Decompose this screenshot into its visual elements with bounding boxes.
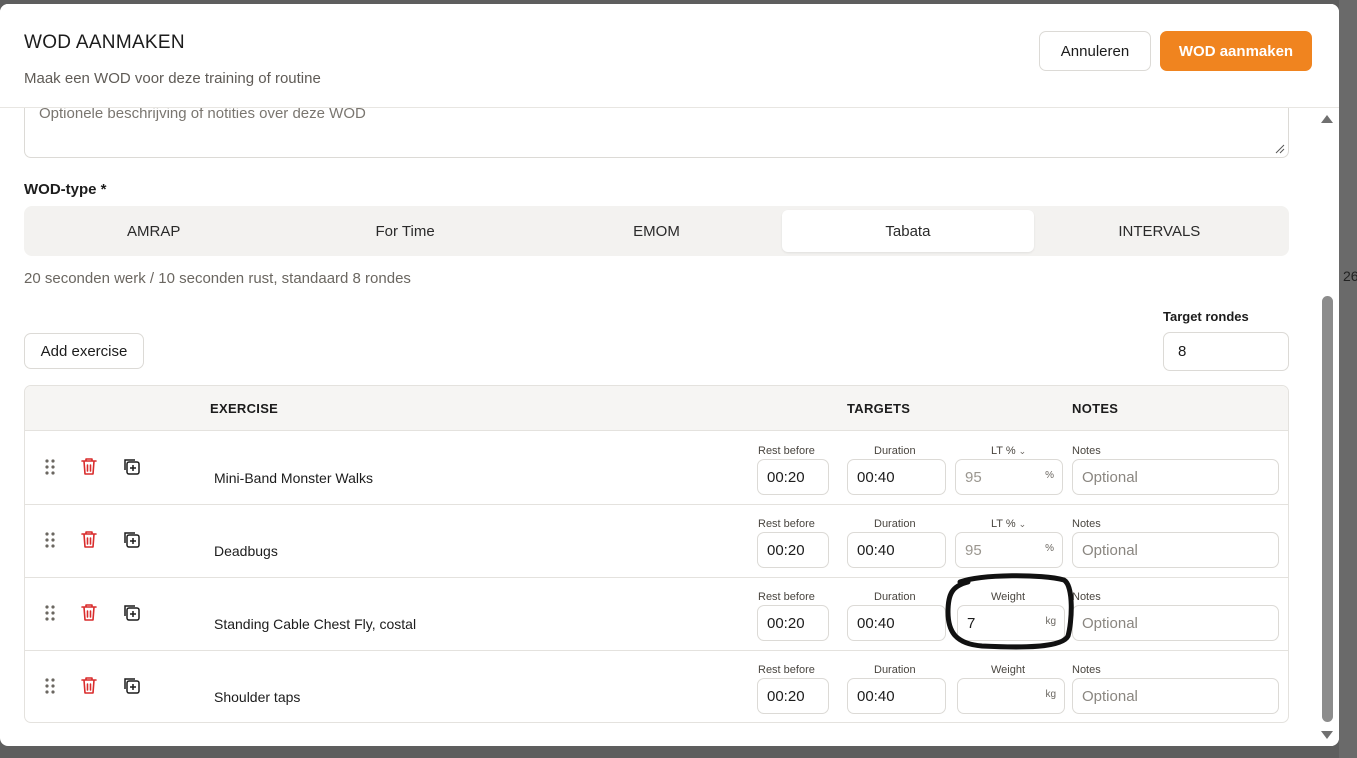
notes-label: Notes xyxy=(1072,445,1101,457)
create-wod-button[interactable]: WOD aanmaken xyxy=(1160,31,1312,71)
duplicate-icon[interactable] xyxy=(122,676,141,695)
notes-input[interactable]: Optional xyxy=(1072,459,1279,495)
trash-icon[interactable] xyxy=(80,457,98,476)
lt-label[interactable]: LT % ⌄ xyxy=(991,445,1026,457)
exercise-name: Shoulder taps xyxy=(214,689,301,705)
exercise-name: Standing Cable Chest Fly, costal xyxy=(214,616,417,632)
modal-header: WOD AANMAKEN Maak een WOD voor deze trai… xyxy=(0,4,1339,108)
chevron-down-icon: ⌄ xyxy=(1018,519,1027,529)
target-rounds-input[interactable]: 8 xyxy=(1163,332,1289,371)
resize-handle-icon[interactable] xyxy=(1275,144,1285,154)
table-row: Mini-Band Monster Walks Rest before 00:2… xyxy=(25,432,1288,505)
table-header: EXERCISE TARGETS NOTES xyxy=(25,386,1288,431)
header-exercise: EXERCISE xyxy=(210,401,279,416)
rest-input[interactable]: 00:20 xyxy=(757,605,829,641)
chevron-down-icon: ⌄ xyxy=(1018,446,1027,456)
header-targets: TARGETS xyxy=(847,401,911,416)
duration-input[interactable]: 00:40 xyxy=(847,678,946,714)
rest-label: Rest before xyxy=(758,591,815,603)
trash-icon[interactable] xyxy=(80,530,98,549)
duplicate-icon[interactable] xyxy=(122,603,141,622)
lt-input[interactable]: 95% xyxy=(955,459,1063,495)
background-fragment: 26 xyxy=(1343,268,1357,284)
duration-label: Duration xyxy=(874,664,916,676)
duration-input[interactable]: 00:40 xyxy=(847,532,946,568)
drag-handle-icon[interactable] xyxy=(44,532,56,548)
scroll-down-arrow-icon[interactable] xyxy=(1320,728,1334,742)
kg-unit: kg xyxy=(1045,689,1056,700)
notes-label: Notes xyxy=(1072,518,1101,530)
duplicate-icon[interactable] xyxy=(122,530,141,549)
notes-label: Notes xyxy=(1072,591,1101,603)
exercise-name: Deadbugs xyxy=(214,543,278,559)
tab-emom[interactable]: EMOM xyxy=(531,210,782,252)
duration-label: Duration xyxy=(874,591,916,603)
drag-handle-icon[interactable] xyxy=(44,678,56,694)
notes-input[interactable]: Optional xyxy=(1072,532,1279,568)
duration-input[interactable]: 00:40 xyxy=(847,605,946,641)
duration-input[interactable]: 00:40 xyxy=(847,459,946,495)
wod-type-label: WOD-type * xyxy=(24,181,107,198)
table-row: Standing Cable Chest Fly, costal Rest be… xyxy=(25,578,1288,651)
header-notes: NOTES xyxy=(1072,401,1119,416)
table-row: Deadbugs Rest before 00:20 Duration 00:4… xyxy=(25,505,1288,578)
weight-label: Weight xyxy=(991,664,1026,676)
lt-value: 95 xyxy=(965,468,982,486)
wod-type-tabs: AMRAP For Time EMOM Tabata INTERVALS xyxy=(24,206,1289,256)
background-app-edge: 26 xyxy=(1339,0,1357,758)
trash-icon[interactable] xyxy=(80,676,98,695)
modal-content: Optionele beschrijving of notities over … xyxy=(0,98,1339,746)
rest-input[interactable]: 00:20 xyxy=(757,459,829,495)
percent-unit: % xyxy=(1045,470,1054,481)
weight-input[interactable]: kg xyxy=(957,678,1065,714)
tab-tabata[interactable]: Tabata xyxy=(782,210,1034,252)
exercise-table: EXERCISE TARGETS NOTES Mini-Band Monster… xyxy=(24,385,1289,723)
page-subtitle: Maak een WOD voor deze training of routi… xyxy=(24,70,321,87)
notes-input[interactable]: Optional xyxy=(1072,678,1279,714)
tab-intervals[interactable]: INTERVALS xyxy=(1034,210,1285,252)
drag-handle-icon[interactable] xyxy=(44,459,56,475)
rest-label: Rest before xyxy=(758,664,815,676)
rest-input[interactable]: 00:20 xyxy=(757,678,829,714)
wod-type-hint: 20 seconden werk / 10 seconden rust, sta… xyxy=(24,270,411,287)
duplicate-icon[interactable] xyxy=(122,457,141,476)
lt-label-text: LT % xyxy=(991,518,1016,530)
rest-input[interactable]: 00:20 xyxy=(757,532,829,568)
hand-drawn-circle-annotation xyxy=(945,573,1074,650)
duration-label: Duration xyxy=(874,518,916,530)
rest-label: Rest before xyxy=(758,445,815,457)
notes-input[interactable]: Optional xyxy=(1072,605,1279,641)
exercise-name: Mini-Band Monster Walks xyxy=(214,470,373,486)
table-row: Shoulder taps Rest before 00:20 Duration… xyxy=(25,651,1288,722)
rest-label: Rest before xyxy=(758,518,815,530)
scrollbar-thumb[interactable] xyxy=(1322,296,1333,722)
trash-icon[interactable] xyxy=(80,603,98,622)
lt-value: 95 xyxy=(965,541,982,559)
target-rounds-label: Target rondes xyxy=(1163,309,1249,324)
page-title: WOD AANMAKEN xyxy=(24,32,185,53)
notes-label: Notes xyxy=(1072,664,1101,676)
cancel-button[interactable]: Annuleren xyxy=(1039,31,1151,71)
create-wod-modal: Optionele beschrijving of notities over … xyxy=(0,4,1339,746)
percent-unit: % xyxy=(1045,543,1054,554)
tab-amrap[interactable]: AMRAP xyxy=(28,210,279,252)
tab-for-time[interactable]: For Time xyxy=(279,210,530,252)
add-exercise-button[interactable]: Add exercise xyxy=(24,333,144,369)
scroll-up-arrow-icon[interactable] xyxy=(1320,112,1334,126)
duration-label: Duration xyxy=(874,445,916,457)
lt-label[interactable]: LT % ⌄ xyxy=(991,518,1026,530)
lt-label-text: LT % xyxy=(991,445,1016,457)
drag-handle-icon[interactable] xyxy=(44,605,56,621)
lt-input[interactable]: 95% xyxy=(955,532,1063,568)
